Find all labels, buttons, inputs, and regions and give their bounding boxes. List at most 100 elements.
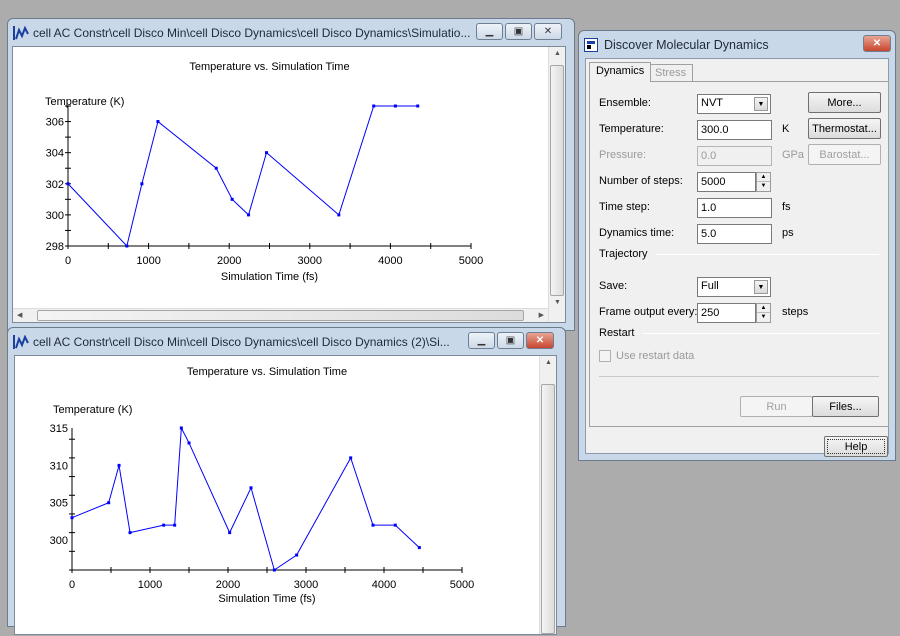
- pressure-label: Pressure:: [599, 149, 647, 161]
- data-point: [230, 197, 234, 201]
- close-button[interactable]: ✕: [863, 35, 891, 52]
- dialog-title: Discover Molecular Dynamics: [604, 37, 769, 52]
- help-button[interactable]: Help: [824, 436, 888, 457]
- chevron-down-icon: ▼: [754, 280, 768, 294]
- data-point: [162, 523, 166, 527]
- y-tick-label: 305: [50, 498, 68, 510]
- y-tick-label: 300: [46, 210, 64, 222]
- x-tick-label: 5000: [459, 255, 483, 267]
- ensemble-label: Ensemble:: [599, 97, 651, 109]
- minimize-button[interactable]: ▁: [476, 23, 503, 40]
- x-tick-label: 4000: [372, 579, 396, 591]
- frame-input[interactable]: [697, 303, 756, 323]
- horizontal-scrollbar[interactable]: ◀ ▶: [13, 308, 548, 322]
- data-point: [416, 104, 420, 108]
- data-point: [371, 523, 375, 527]
- use-restart-label: Use restart data: [616, 350, 695, 362]
- save-select[interactable]: Full ▼: [697, 277, 771, 297]
- window-title: cell AC Constr\cell Disco Min\cell Disco…: [33, 334, 450, 349]
- frame-label: Frame output every:: [599, 306, 698, 318]
- pressure-input[interactable]: [697, 146, 772, 166]
- data-point: [179, 426, 183, 430]
- run-button[interactable]: Run: [740, 396, 813, 417]
- close-button[interactable]: ✕: [526, 332, 554, 349]
- data-point: [66, 182, 70, 186]
- data-point: [349, 456, 353, 460]
- window-title: cell AC Constr\cell Disco Min\cell Disco…: [33, 25, 471, 40]
- vertical-scrollbar[interactable]: ▲ ▼: [548, 47, 565, 322]
- data-point: [265, 151, 269, 155]
- temperature-chart-2: Temperature vs. Simulation Time Temperatu…: [50, 366, 475, 605]
- temperature-series-line: [67, 105, 418, 248]
- data-point: [372, 104, 376, 108]
- close-button[interactable]: ✕: [534, 23, 562, 40]
- dyntime-input[interactable]: [697, 224, 772, 244]
- dialog-app-icon: [584, 37, 600, 52]
- data-point: [247, 213, 251, 217]
- data-point: [128, 531, 132, 535]
- tab-stress[interactable]: Stress: [648, 64, 694, 82]
- data-point: [187, 441, 191, 445]
- dynamics-panel: Ensemble: NVT ▼ More... Temperature: K Th…: [589, 81, 889, 427]
- thermostat-button[interactable]: Thermostat...: [808, 118, 881, 139]
- x-tick-label: 0: [65, 255, 71, 267]
- maximize-button[interactable]: ▣: [497, 332, 524, 349]
- data-point: [337, 213, 341, 217]
- y-axis-label: Temperature (K): [53, 404, 132, 416]
- maximize-button[interactable]: ▣: [505, 23, 532, 40]
- y-tick-label: 306: [46, 117, 64, 129]
- y-tick-label: 310: [50, 460, 68, 472]
- title-bar[interactable]: Discover Molecular Dynamics: [579, 31, 895, 58]
- chevron-down-icon: ▼: [754, 97, 768, 111]
- frame-unit: steps: [782, 306, 809, 318]
- ensemble-select[interactable]: NVT ▼: [697, 94, 771, 114]
- discover-dynamics-dialog: Discover Molecular Dynamics ✕ Dynamics S…: [578, 30, 896, 461]
- temperature-input[interactable]: [697, 120, 772, 140]
- x-tick-label: 3000: [298, 255, 322, 267]
- x-tick-label: 1000: [136, 255, 160, 267]
- chart-title: Temperature vs. Simulation Time: [187, 366, 347, 378]
- minimize-button[interactable]: ▁: [468, 332, 495, 349]
- save-label: Save:: [599, 280, 628, 292]
- timestep-input[interactable]: [697, 198, 772, 218]
- temperature-unit: K: [782, 123, 790, 135]
- dyntime-unit: ps: [782, 227, 794, 239]
- x-axis-label: Simulation Time (fs): [221, 271, 318, 283]
- pressure-unit: GPa: [782, 149, 805, 161]
- data-point: [295, 553, 299, 557]
- x-tick-label: 4000: [378, 255, 402, 267]
- more-button[interactable]: More...: [808, 92, 881, 113]
- y-tick-label: 298: [46, 241, 64, 253]
- divider: [599, 376, 879, 377]
- use-restart-checkbox[interactable]: [599, 350, 611, 362]
- vertical-scrollbar[interactable]: ▲: [539, 356, 556, 634]
- y-tick-label: 300: [50, 535, 68, 547]
- dyntime-label: Dynamics time:: [599, 227, 675, 239]
- save-value: Full: [701, 280, 719, 292]
- temperature-label: Temperature:: [599, 123, 664, 135]
- x-axis-label: Simulation Time (fs): [218, 593, 315, 605]
- barostat-button[interactable]: Barostat...: [808, 144, 881, 165]
- x-tick-label: 2000: [216, 579, 240, 591]
- frame-spinner[interactable]: ▲ ▼: [756, 303, 771, 323]
- data-point: [228, 531, 232, 535]
- ensemble-value: NVT: [701, 97, 723, 109]
- chart-window-2: cell AC Constr\cell Disco Min\cell Disco…: [7, 327, 566, 635]
- data-point: [249, 486, 253, 490]
- data-point: [393, 104, 397, 108]
- data-point: [140, 182, 144, 186]
- restart-group-label: Restart: [599, 327, 635, 339]
- data-point: [107, 501, 111, 505]
- steps-spinner[interactable]: ▲ ▼: [756, 172, 771, 192]
- chart-app-icon: [13, 25, 29, 40]
- tab-dynamics[interactable]: Dynamics: [589, 62, 652, 82]
- timestep-unit: fs: [782, 201, 791, 213]
- steps-label: Number of steps:: [599, 175, 683, 187]
- temperature-chart-1: Temperature vs. Simulation Time Temperatu…: [45, 61, 483, 283]
- data-point: [70, 516, 74, 520]
- x-tick-label: 2000: [217, 255, 241, 267]
- chart-window-1: cell AC Constr\cell Disco Min\cell Disco…: [7, 18, 575, 331]
- y-tick-label: 315: [50, 423, 68, 435]
- steps-input[interactable]: [697, 172, 756, 192]
- files-button[interactable]: Files...: [812, 396, 879, 417]
